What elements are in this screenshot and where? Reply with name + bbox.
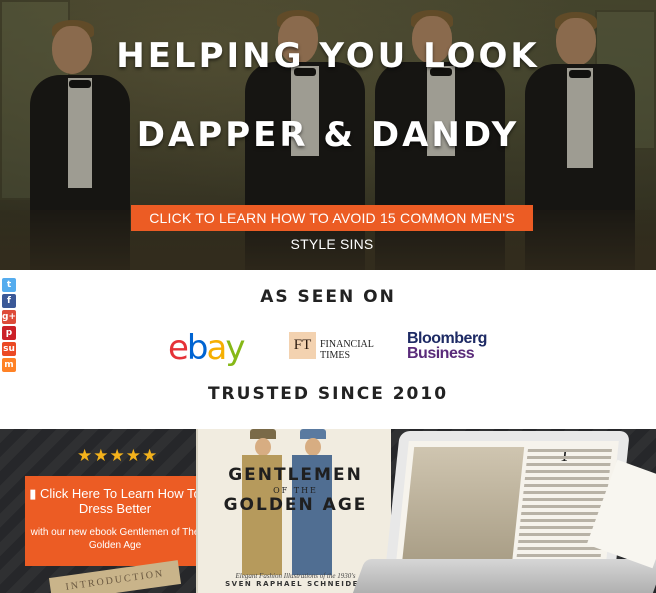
pinterest-icon[interactable]: p xyxy=(2,326,16,340)
as-seen-on-heading: AS SEEN ON xyxy=(260,287,396,307)
ebook-banner: ★★★★★ ▮ Click Here To Learn How To Dress… xyxy=(0,429,656,593)
ebook-page-illustration xyxy=(401,447,525,567)
ebay-letter: b xyxy=(186,328,209,368)
bloomberg-business-logo: Bloomberg Business xyxy=(407,330,487,362)
book-title-line3: GOLDEN AGE xyxy=(223,495,368,515)
google-plus-icon[interactable]: g+ xyxy=(2,310,16,324)
ft-line2: TIMES xyxy=(320,350,350,361)
ebay-letter: a xyxy=(206,328,228,368)
book-icon: ▮ xyxy=(29,486,41,501)
ft-line1: FINANCIAL xyxy=(320,339,374,350)
hero-title-line1: HELPING YOU LOOK xyxy=(116,36,540,76)
trusted-since-heading: TRUSTED SINCE 2010 xyxy=(207,384,449,404)
ebay-letter: y xyxy=(225,328,245,368)
book-title-line1: GENTLEMEN xyxy=(228,465,363,485)
bloomberg-line2: Business xyxy=(407,345,475,362)
rating-stars: ★★★★★ xyxy=(77,446,159,465)
laptop-keyboard xyxy=(350,559,656,593)
style-sins-cta-button[interactable]: CLICK TO LEARN HOW TO AVOID 15 COMMON ME… xyxy=(131,205,533,252)
book-title-line2: OF THE xyxy=(273,486,318,495)
hero-title-line2: DAPPER & DANDY xyxy=(136,115,520,155)
cta-headline-text[interactable]: Click Here To Learn How To Dress Better xyxy=(40,486,201,516)
dress-better-cta-button[interactable]: ▮ Click Here To Learn How To Dress Bette… xyxy=(25,476,205,566)
ebay-letter: e xyxy=(168,328,189,368)
stumbleupon-icon[interactable]: su xyxy=(2,342,16,356)
laptop-screen: T xyxy=(394,441,619,573)
cta-subtext[interactable]: with our new ebook Gentlemen of The Gold… xyxy=(25,526,205,552)
ft-logo-text: FINANCIAL TIMES xyxy=(320,339,390,361)
ft-logo-box: FT xyxy=(289,332,316,359)
ebay-logo: ebay xyxy=(168,328,245,368)
mix-icon[interactable]: m xyxy=(2,358,16,372)
hero-banner: HELPING YOU LOOK DAPPER & DANDY CLICK TO… xyxy=(0,0,656,270)
bloomberg-line1: Bloomberg xyxy=(407,330,487,347)
cta-headline[interactable]: ▮ Click Here To Learn How To Dress Bette… xyxy=(25,486,205,516)
